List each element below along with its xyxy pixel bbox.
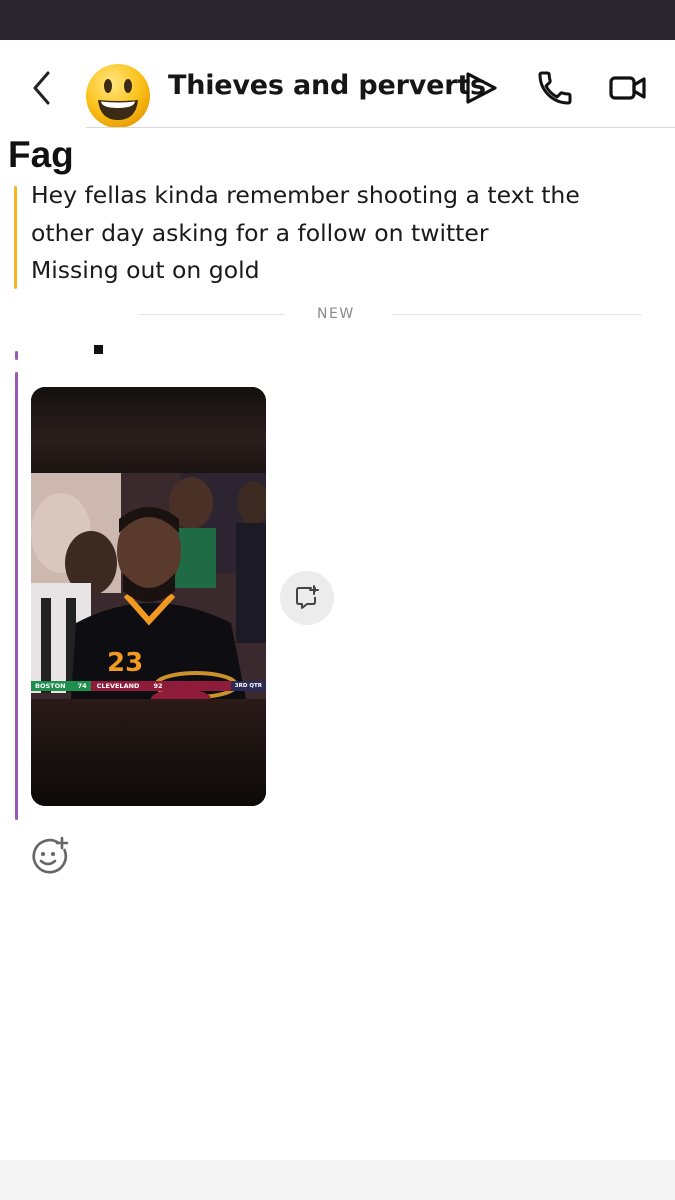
team2-name: CLEVELAND <box>96 682 140 690</box>
jersey-number: 23 <box>107 648 143 678</box>
chat-header: Thieves and perverts <box>0 40 675 130</box>
sender-name-placeholder <box>94 345 103 354</box>
basketball-player-image: 23 <box>31 473 266 699</box>
phone-icon <box>538 71 572 105</box>
blurred-background-top <box>31 387 266 473</box>
team1-name: BOSTON <box>35 682 66 690</box>
game-period: 3RD QTR <box>234 683 262 689</box>
video-call-button[interactable] <box>608 68 648 108</box>
message-accent-bar <box>14 186 17 289</box>
header-divider <box>86 127 675 128</box>
call-button[interactable] <box>535 68 575 108</box>
save-to-chat-button[interactable] <box>280 571 334 625</box>
add-reaction-button[interactable] <box>28 836 70 878</box>
story-button[interactable] <box>462 68 502 108</box>
chat-title[interactable]: Thieves and perverts <box>168 70 486 101</box>
back-button[interactable] <box>26 68 58 108</box>
bottom-bar <box>0 1160 675 1200</box>
message-line: other day asking for a follow on twitter <box>31 218 489 247</box>
message-line: Hey fellas kinda remember shooting a tex… <box>31 181 580 209</box>
separator-line <box>392 314 642 315</box>
message-line: Missing out on gold <box>31 256 260 284</box>
chevron-left-icon <box>33 71 50 105</box>
scoreboard: BOSTON 74 CLEVELAND 92 3RD QTR <box>31 681 266 691</box>
smiley-avatar-icon <box>86 64 150 128</box>
new-label: NEW <box>317 306 355 322</box>
save-to-chat-icon <box>296 585 319 609</box>
sender-accent-tick <box>15 351 18 360</box>
play-icon <box>466 72 497 104</box>
team1-score: 74 <box>77 682 87 690</box>
group-avatar[interactable] <box>84 62 152 130</box>
blurred-background-bottom <box>31 699 266 806</box>
sender-name: Fag <box>8 134 74 175</box>
status-bar <box>0 0 675 40</box>
add-reaction-icon <box>32 836 69 874</box>
new-messages-separator: NEW <box>0 304 675 324</box>
media-accent-bar <box>15 372 18 820</box>
video-snap[interactable]: 23 BOSTON 74 CLEVELAND 92 3RD QTR <box>31 387 266 806</box>
separator-line <box>138 314 285 315</box>
video-camera-icon <box>609 76 646 100</box>
message-text[interactable]: Hey fellas kinda remember shooting a tex… <box>31 177 651 290</box>
team2-score: 92 <box>153 682 163 690</box>
